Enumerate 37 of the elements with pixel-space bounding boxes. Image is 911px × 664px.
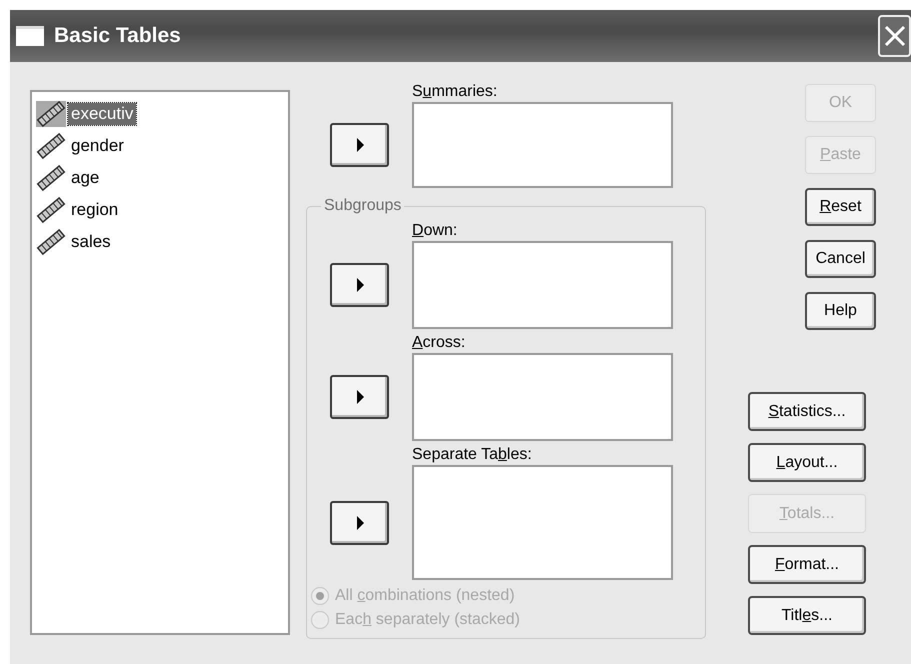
dialog-button[interactable]: Layout... [748, 443, 866, 482]
variable-list[interactable]: executiv gender age region sales [30, 90, 290, 635]
radio-label: All combinations (nested) [335, 587, 515, 605]
arrow-right-icon [356, 138, 364, 152]
dialog-button[interactable]: Help [805, 292, 876, 330]
target-list[interactable] [412, 102, 673, 188]
variable-item[interactable]: region [68, 199, 122, 221]
move-button[interactable] [330, 263, 389, 307]
window-title: Basic Tables [54, 24, 181, 48]
move-button[interactable] [330, 500, 389, 544]
variable-item[interactable]: gender [68, 135, 127, 157]
close-icon [882, 24, 906, 48]
dialog-button[interactable]: Reset [805, 188, 876, 226]
variable-item[interactable]: sales [68, 231, 114, 253]
arrow-right-icon [356, 390, 364, 404]
arrow-right-icon [356, 516, 364, 530]
target-list[interactable] [412, 353, 673, 441]
dialog-button[interactable]: Statistics... [748, 392, 866, 431]
field-label: Across: [412, 333, 466, 353]
dialog-button[interactable]: Format... [748, 545, 866, 584]
variable-item[interactable]: age [68, 167, 102, 189]
radio-label: Each separately (stacked) [335, 611, 520, 629]
field-label: Down: [412, 221, 458, 241]
dialog-button[interactable]: Titles... [748, 596, 866, 635]
close-button[interactable] [878, 15, 911, 57]
window-icon [16, 26, 44, 46]
field-label: Separate Tables: [412, 445, 532, 465]
target-list[interactable] [412, 241, 673, 329]
target-list[interactable] [412, 465, 673, 580]
dialog-button[interactable]: Cancel [805, 240, 876, 278]
move-button[interactable] [330, 375, 389, 419]
ruler-icon [36, 101, 66, 127]
arrow-right-icon [356, 278, 364, 292]
group-title: Subgroups [321, 196, 404, 216]
field-label: Summaries: [412, 82, 498, 102]
variable-item[interactable]: executiv [68, 103, 136, 125]
move-button[interactable] [330, 123, 389, 167]
